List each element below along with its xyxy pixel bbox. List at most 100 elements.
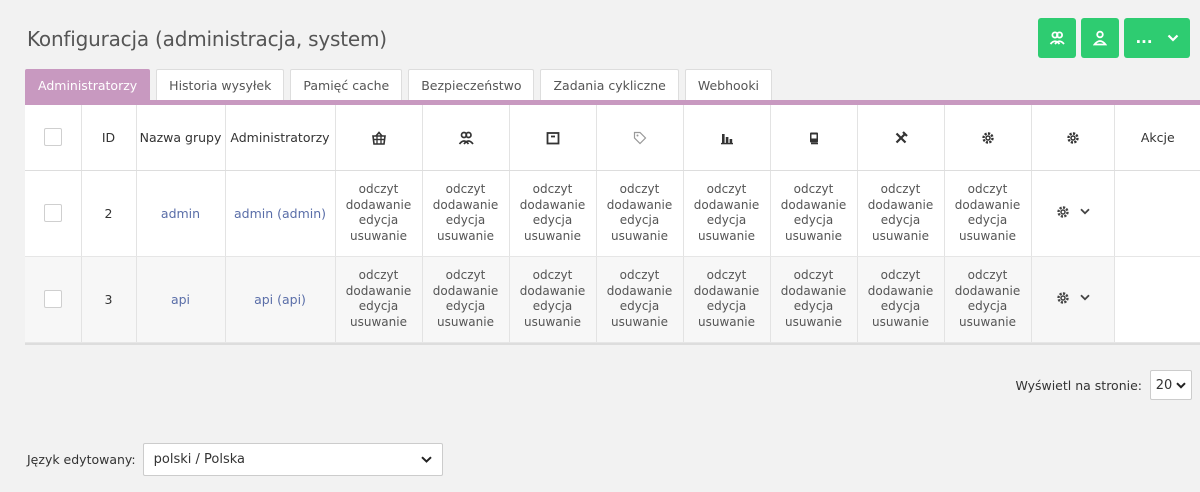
select-all-checkbox[interactable] [43,128,62,147]
header-id: ID [81,105,137,171]
permission-odczyt: odczyt [880,182,921,196]
permission-dodawanie: dodawanie [606,283,673,298]
row-actions-cell [1031,256,1115,343]
permission-edycja: edycja [445,213,486,227]
users-icon [1049,31,1065,45]
row-checkbox[interactable] [43,290,62,308]
row-checkbox[interactable] [43,204,62,222]
tools-icon [895,131,908,144]
permission-usuwanie: usuwanie [959,314,1016,329]
permission-list: odczyt dodawanie edycja usuwanie [423,182,509,244]
permission-usuwanie: usuwanie [437,228,494,243]
user-button[interactable] [1081,18,1119,58]
permission-cell: odczyt dodawanie edycja usuwanie [509,256,597,343]
permission-edycja: edycja [532,213,573,227]
admin-link[interactable]: api (api) [254,292,306,307]
permission-list: odczyt dodawanie edycja usuwanie [597,182,683,244]
header-actions: Akcje [1114,105,1200,171]
permission-dodawanie: dodawanie [432,197,499,212]
permission-cell: odczyt dodawanie edycja usuwanie [683,256,771,343]
group-name-link[interactable]: admin [161,206,200,221]
chevron-down-icon [1079,294,1090,301]
permission-list: odczyt dodawanie edycja usuwanie [336,268,422,330]
permission-odczyt: odczyt [619,268,660,282]
page: Konfiguracja (administracja, system) ...… [0,0,1200,492]
header-admins: Administratorzy [225,105,336,171]
permission-cell: odczyt dodawanie edycja usuwanie [857,256,945,343]
row-settings-dropdown[interactable] [1056,205,1090,219]
permission-usuwanie: usuwanie [872,228,929,243]
tab-administratorzy[interactable]: Administratorzy [25,69,151,101]
more-label: ... [1135,29,1153,47]
select-all-cell [25,105,82,171]
permission-dodawanie: dodawanie [954,283,1021,298]
more-actions-button[interactable]: ... [1124,18,1190,58]
row-actions-extra [1114,256,1200,343]
permission-odczyt: odczyt [532,268,573,282]
permission-odczyt: odczyt [967,268,1008,282]
users-icon [458,131,474,145]
tab-webhooki[interactable]: Webhooki [684,69,773,100]
permission-odczyt: odczyt [967,182,1008,196]
permission-list: odczyt dodawanie edycja usuwanie [858,182,944,244]
permission-cell: odczyt dodawanie edycja usuwanie [857,170,945,257]
tab-pamiec-cache[interactable]: Pamięć cache [290,69,403,100]
settings-icon [981,132,994,144]
page-title: Konfiguracja (administracja, system) [27,27,387,51]
permission-list: odczyt dodawanie edycja usuwanie [510,182,596,244]
permission-dodawanie: dodawanie [867,197,934,212]
permission-odczyt: odczyt [619,182,660,196]
language-select[interactable]: polski / Polska [142,443,443,476]
settings-icon [1066,132,1079,144]
permission-odczyt: odczyt [880,268,921,282]
row-id: 3 [81,256,137,343]
permission-cell: odczyt dodawanie edycja usuwanie [422,256,510,343]
permission-usuwanie: usuwanie [611,228,668,243]
permission-usuwanie: usuwanie [785,228,842,243]
permission-dodawanie: dodawanie [780,283,847,298]
permission-dodawanie: dodawanie [867,283,934,298]
row-settings-dropdown[interactable] [1056,291,1090,305]
tab-bezpieczenstwo[interactable]: Bezpieczeństwo [408,69,535,100]
permission-dodawanie: dodawanie [519,283,586,298]
permission-edycja: edycja [532,299,573,313]
permission-cell: odczyt dodawanie edycja usuwanie [335,170,423,257]
group-name-link[interactable]: api [171,292,190,307]
header-tools [857,105,945,171]
permission-edycja: edycja [619,299,660,313]
permission-usuwanie: usuwanie [611,314,668,329]
row-group-cell: api [136,256,226,343]
permission-odczyt: odczyt [706,268,747,282]
permission-dodawanie: dodawanie [780,197,847,212]
permission-dodawanie: dodawanie [432,283,499,298]
table-body: 2 admin admin (admin) odczyt dodawanie edycja… [25,170,1200,343]
permission-list: odczyt dodawanie edycja usuwanie [510,268,596,330]
tab-historia-wysylek[interactable]: Historia wysyłek [156,69,285,100]
permission-usuwanie: usuwanie [959,228,1016,243]
table-header-row: ID Nazwa grupy Administratorzy Akcje [25,105,1200,171]
per-page-select[interactable]: 20 [1150,370,1192,400]
edited-language: Język edytowany: polski / Polska [27,443,443,476]
user-icon [1093,30,1107,46]
permission-dodawanie: dodawanie [519,197,586,212]
permission-usuwanie: usuwanie [524,228,581,243]
row-actions-cell [1031,170,1115,257]
permission-dodawanie: dodawanie [606,197,673,212]
permission-odczyt: odczyt [793,182,834,196]
permission-list: odczyt dodawanie edycja usuwanie [597,268,683,330]
permission-odczyt: odczyt [793,268,834,282]
language-value: polski / Polska [153,452,245,467]
permission-cell: odczyt dodawanie edycja usuwanie [596,170,684,257]
document-icon [809,132,818,145]
permission-cell: odczyt dodawanie edycja usuwanie [770,170,858,257]
permission-edycja: edycja [880,299,921,313]
admin-link[interactable]: admin (admin) [234,206,326,221]
header-customers [422,105,510,171]
permission-odczyt: odczyt [445,268,486,282]
tab-zadania-cykliczne[interactable]: Zadania cykliczne [540,69,679,100]
permission-usuwanie: usuwanie [698,314,755,329]
users-group-button[interactable] [1038,18,1076,58]
permission-edycja: edycja [793,213,834,227]
chevron-down-icon [1167,34,1178,42]
permission-list: odczyt dodawanie edycja usuwanie [423,268,509,330]
